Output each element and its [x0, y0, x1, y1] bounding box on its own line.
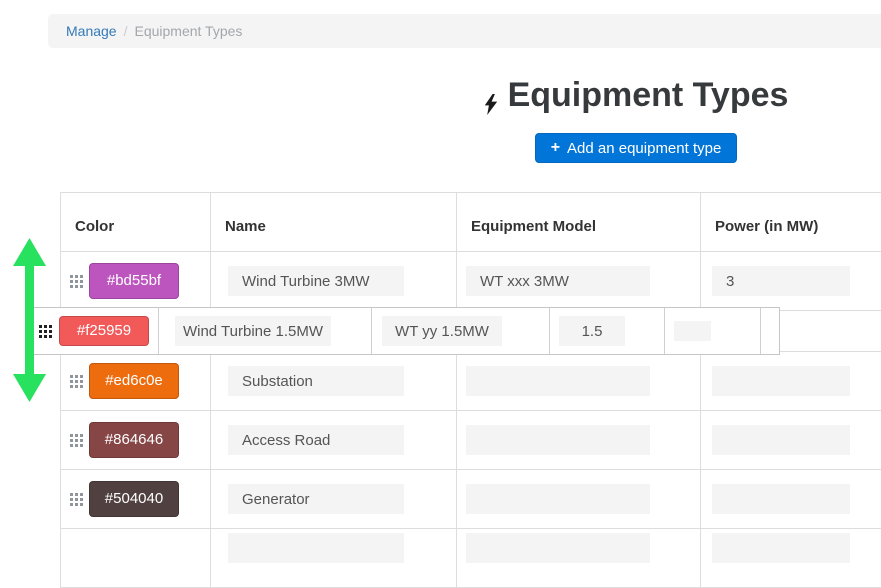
column-header-color: Color	[61, 193, 211, 252]
model-input[interactable]	[466, 366, 650, 396]
table-row: #ed6c0e	[61, 352, 881, 411]
dragged-row-name-cell	[159, 308, 372, 354]
model-input[interactable]	[466, 484, 650, 514]
reorder-direction-arrow-icon	[11, 238, 48, 402]
drag-handle-icon[interactable]	[70, 493, 83, 506]
column-header-model: Equipment Model	[457, 193, 701, 252]
breadcrumb-separator: /	[124, 23, 128, 39]
color-swatch[interactable]: #864646	[89, 422, 179, 458]
table-row: #864646	[61, 411, 881, 470]
name-input[interactable]	[228, 425, 404, 455]
name-input[interactable]	[228, 484, 404, 514]
drag-handle-icon[interactable]	[70, 434, 83, 447]
equipment-types-table: Color Name Equipment Model Power (in MW)…	[60, 192, 881, 588]
dragged-row-model-cell	[372, 308, 550, 354]
color-swatch[interactable]: #f25959	[59, 316, 149, 346]
dragged-row-color-cell: #f25959	[31, 308, 159, 354]
color-swatch[interactable]: #bd55bf	[89, 263, 179, 299]
model-input[interactable]	[466, 533, 650, 563]
add-equipment-type-label: Add an equipment type	[567, 140, 721, 157]
extra-input[interactable]	[674, 321, 711, 341]
add-equipment-type-button[interactable]: + Add an equipment type	[535, 133, 738, 163]
dragged-row-end-cell	[761, 308, 779, 354]
table-row	[61, 529, 881, 588]
power-input[interactable]	[559, 316, 625, 346]
page-title-text: Equipment Types	[508, 76, 789, 115]
power-input[interactable]	[712, 425, 850, 455]
color-swatch[interactable]: #504040	[89, 481, 179, 517]
breadcrumb-current: Equipment Types	[134, 23, 242, 39]
column-header-power: Power (in MW)	[701, 193, 881, 252]
column-header-name: Name	[211, 193, 457, 252]
page-title: Equipment Types	[484, 76, 789, 115]
power-input[interactable]	[712, 366, 850, 396]
name-input[interactable]	[228, 266, 404, 296]
model-input[interactable]	[466, 266, 650, 296]
drag-handle-icon[interactable]	[70, 275, 83, 288]
power-input[interactable]	[712, 533, 850, 563]
page-header: Equipment Types + Add an equipment type	[386, 76, 881, 163]
name-input[interactable]	[228, 533, 404, 563]
lightning-icon	[484, 85, 498, 106]
dragged-row[interactable]: #f25959	[30, 307, 780, 355]
color-swatch[interactable]: #ed6c0e	[89, 363, 179, 399]
table-header-row: Color Name Equipment Model Power (in MW)	[61, 193, 881, 252]
dragged-row-power-cell	[550, 308, 665, 354]
name-input[interactable]	[228, 366, 404, 396]
power-input[interactable]	[712, 266, 850, 296]
model-input[interactable]	[382, 316, 502, 346]
name-input[interactable]	[175, 316, 331, 346]
breadcrumb-link-manage[interactable]: Manage	[66, 23, 117, 39]
power-input[interactable]	[712, 484, 850, 514]
breadcrumb: Manage / Equipment Types	[48, 14, 881, 48]
dragged-row-extra-cell	[665, 308, 761, 354]
table-row: #504040	[61, 470, 881, 529]
plus-icon: +	[551, 140, 560, 156]
table-row: #bd55bf	[61, 252, 881, 311]
model-input[interactable]	[466, 425, 650, 455]
drag-handle-icon[interactable]	[70, 375, 83, 388]
